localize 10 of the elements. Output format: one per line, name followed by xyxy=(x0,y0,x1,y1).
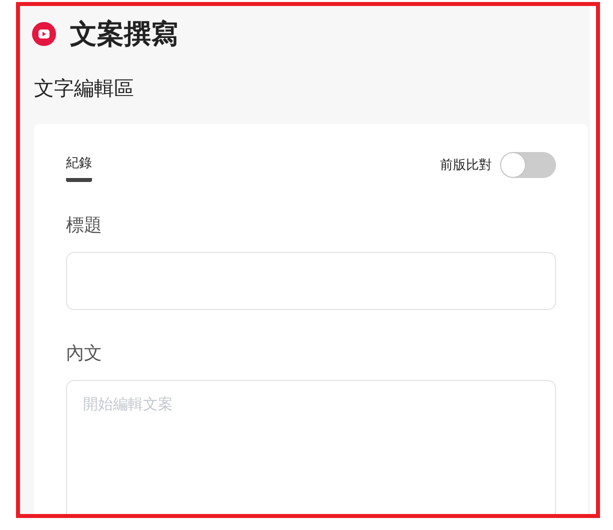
title-field[interactable] xyxy=(66,252,556,310)
compare-label: 前版比對 xyxy=(440,157,492,174)
tab[interactable]: 紀錄 xyxy=(66,154,92,182)
section-title: 文字編輯區 xyxy=(34,75,135,102)
field-label: 內文 xyxy=(66,342,103,366)
field-label: 標題 xyxy=(66,214,103,238)
page-title: 文案撰寫 xyxy=(70,18,178,52)
play-icon xyxy=(32,22,56,46)
toggle-switch[interactable] xyxy=(500,152,556,178)
text-area[interactable]: 開始編輯文案 xyxy=(66,380,556,514)
